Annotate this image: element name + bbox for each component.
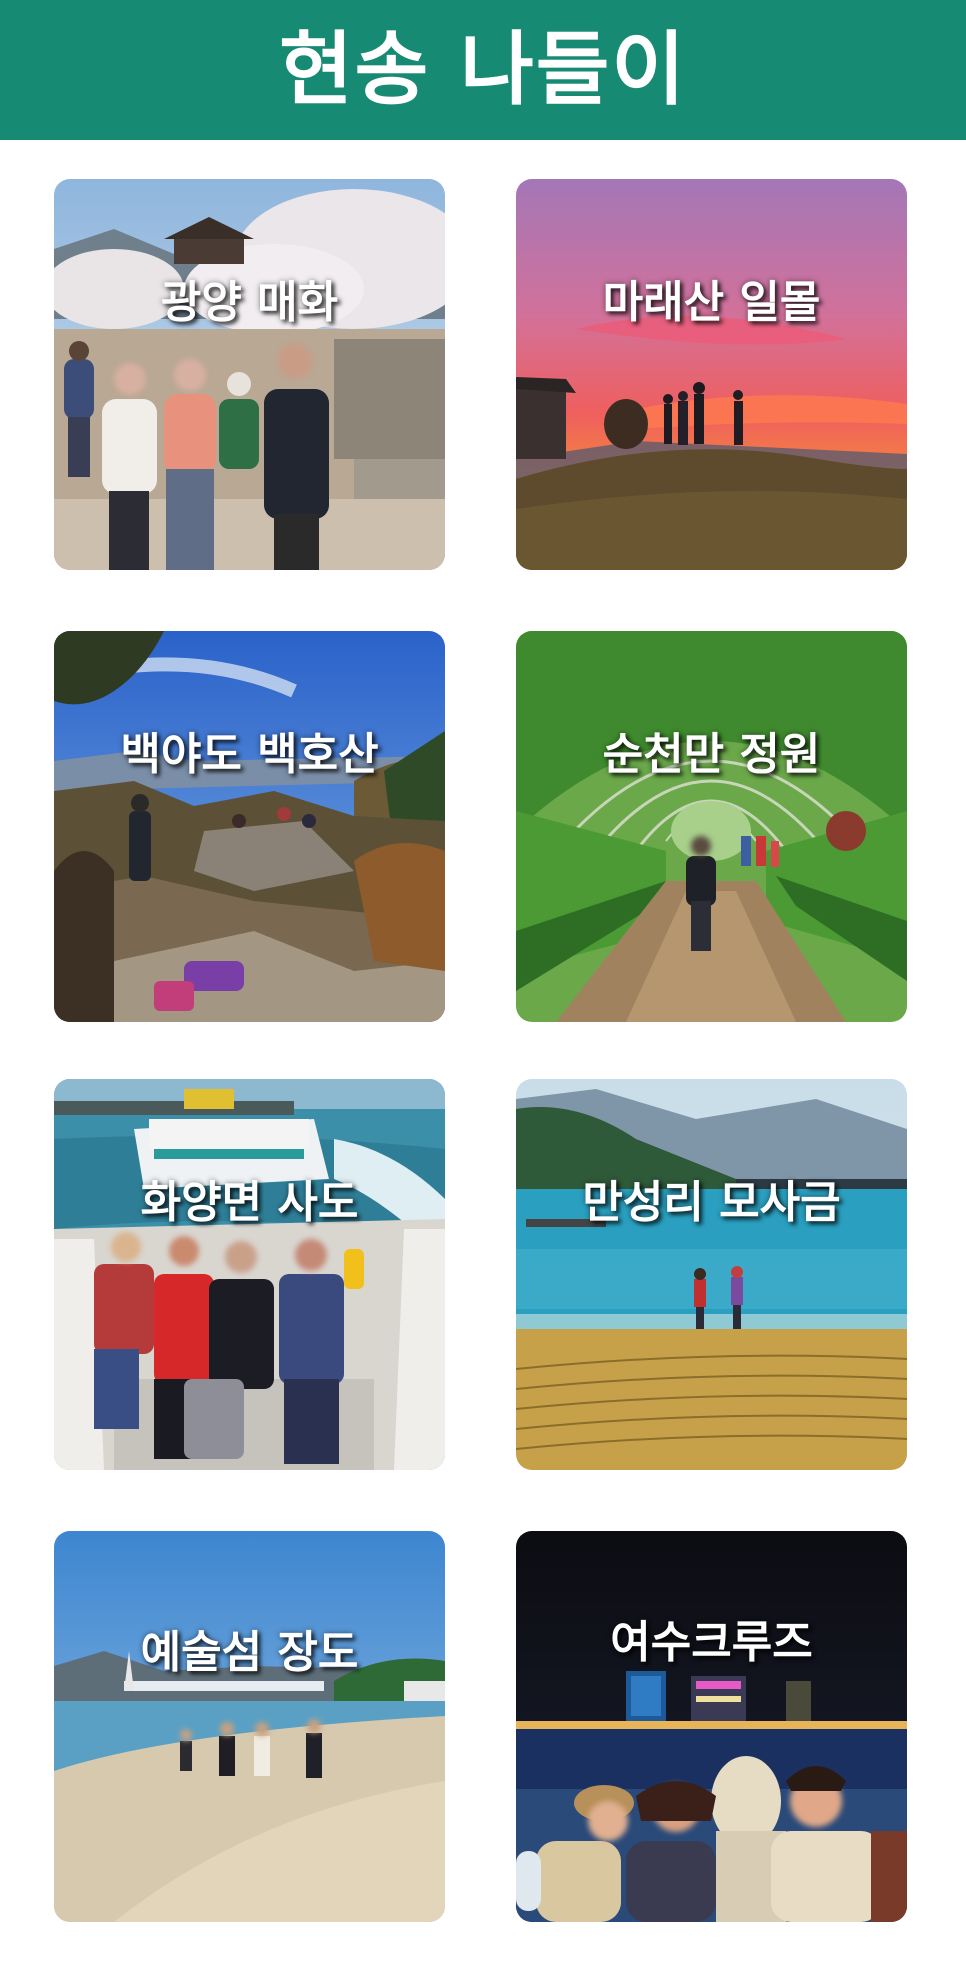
sunset-hill-photo xyxy=(516,179,907,570)
trip-card-baekyado-baekhosan[interactable]: 백야도 백호산 xyxy=(54,631,445,1022)
garden-arch-path-photo xyxy=(516,631,907,1022)
boat-group-photo xyxy=(54,1079,445,1470)
night-cruise-photo xyxy=(516,1531,907,1922)
plum-blossom-group-photo xyxy=(54,179,445,570)
trip-card-gwangyang-maehwa[interactable]: 광양 매화 xyxy=(54,179,445,570)
card-label: 화양면 사도 xyxy=(140,1177,359,1228)
card-label: 순천만 정원 xyxy=(602,729,821,780)
card-label: 마래산 일몰 xyxy=(602,277,821,328)
trip-card-maraesan-sunset[interactable]: 마래산 일몰 xyxy=(516,179,907,570)
trip-card-suncheonman-garden[interactable]: 순천만 정원 xyxy=(516,631,907,1022)
card-label: 광양 매화 xyxy=(160,277,339,328)
card-label: 예술섬 장도 xyxy=(140,1627,359,1678)
trip-card-manseongri-mosageum[interactable]: 만성리 모사금 xyxy=(516,1079,907,1470)
beach-walk-photo xyxy=(516,1079,907,1470)
trip-card-yesulseom-jangdo[interactable]: 예술섬 장도 xyxy=(54,1531,445,1922)
trip-card-hwayang-sado[interactable]: 화양면 사도 xyxy=(54,1079,445,1470)
page-title: 현송 나들이 xyxy=(279,23,687,116)
sand-bar-photo xyxy=(54,1531,445,1922)
card-label: 여수크루즈 xyxy=(610,1617,813,1668)
card-label: 만성리 모사금 xyxy=(582,1177,841,1228)
card-label: 백야도 백호산 xyxy=(120,729,379,780)
trip-card-yeosu-cruise[interactable]: 여수크루즈 xyxy=(516,1531,907,1922)
app-header: 현송 나들이 xyxy=(0,0,966,140)
mountain-rock-photo xyxy=(54,631,445,1022)
